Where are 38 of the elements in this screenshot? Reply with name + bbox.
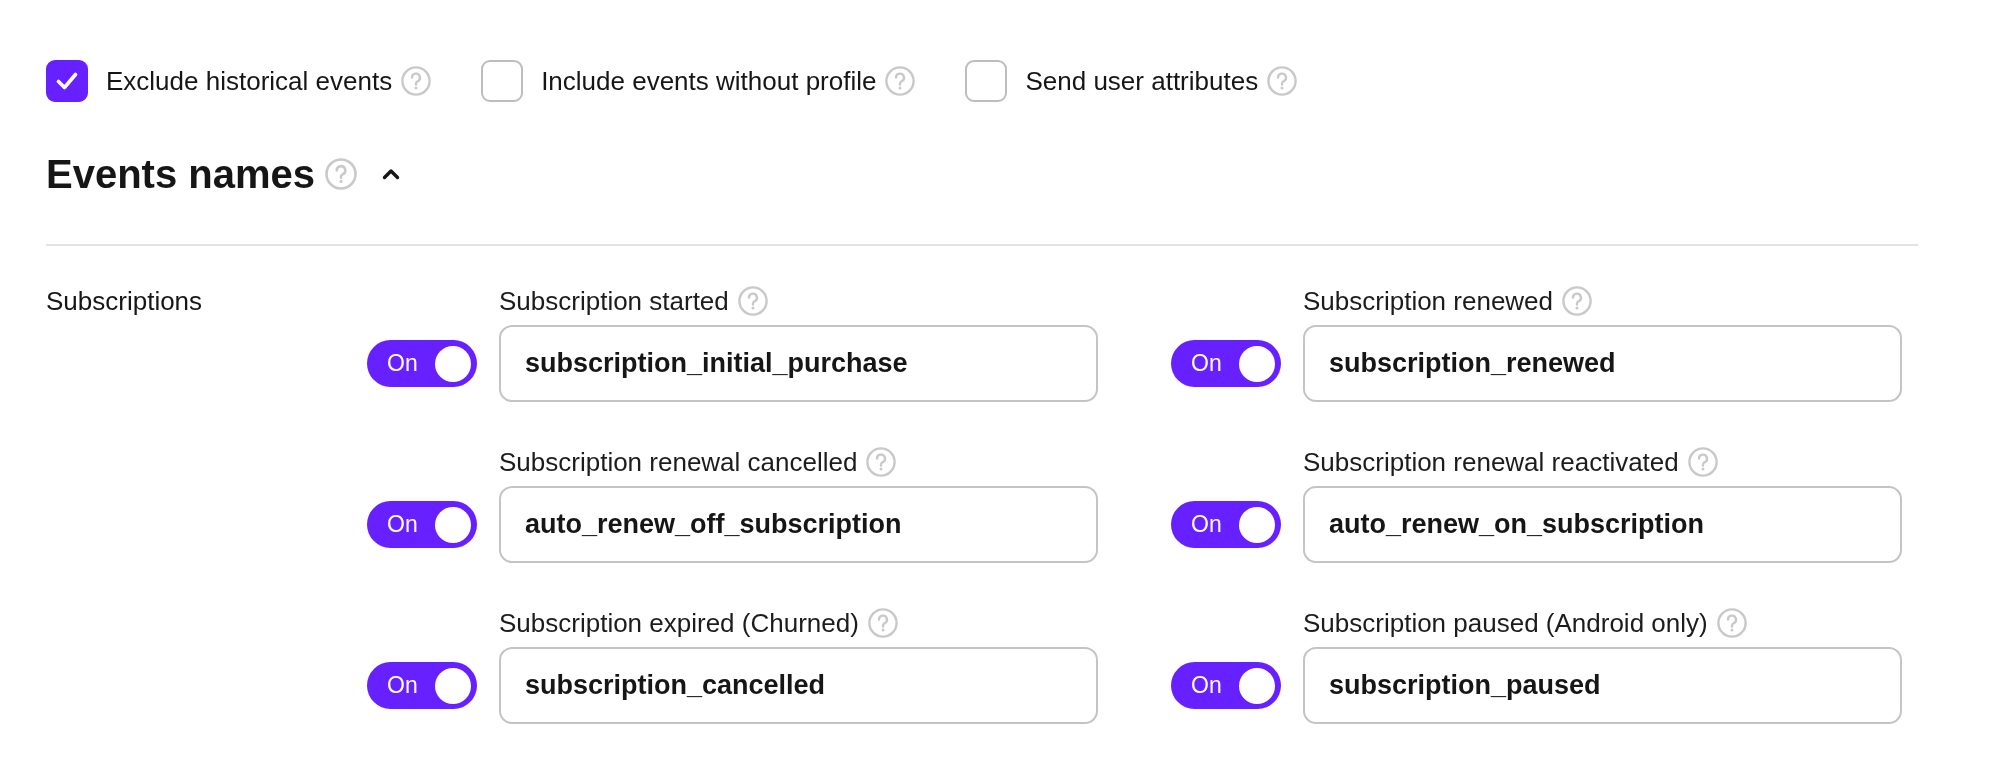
help-icon[interactable] <box>1687 447 1718 477</box>
help-icon[interactable] <box>325 158 358 190</box>
field-label: Subscription renewal cancelled <box>499 446 858 478</box>
checkbox[interactable] <box>46 60 88 102</box>
category-label: Subscriptions <box>46 285 204 317</box>
toggle-switch[interactable]: On <box>1171 662 1281 709</box>
checkbox-label: Exclude historical events <box>106 65 393 97</box>
field-label: Subscription started <box>499 285 729 317</box>
help-icon[interactable] <box>867 608 898 638</box>
help-icon[interactable] <box>866 447 897 477</box>
help-icon[interactable] <box>401 66 432 96</box>
help-icon[interactable] <box>1716 608 1747 638</box>
event-name-field[interactable]: auto_renew_off_subscription <box>499 486 1098 563</box>
event-name-field[interactable]: subscription_initial_purchase <box>499 325 1098 402</box>
field-label: Subscription expired (Churned) <box>499 607 859 639</box>
event-name-field[interactable]: subscription_cancelled <box>499 647 1098 724</box>
event-name-field[interactable]: subscription_renewed <box>1303 325 1902 402</box>
toggle-switch[interactable]: On <box>1171 340 1281 387</box>
checkbox-label: Send user attributes <box>1025 65 1259 97</box>
field-label: Subscription renewal reactivated <box>1303 446 1679 478</box>
field-label: Subscription paused (Android only) <box>1303 607 1708 639</box>
field-label: Subscription renewed <box>1303 285 1554 317</box>
help-icon[interactable] <box>737 286 768 316</box>
help-icon[interactable] <box>1267 66 1298 96</box>
event-name-field[interactable]: subscription_paused <box>1303 647 1902 724</box>
checkbox[interactable] <box>965 60 1008 102</box>
toggle-switch[interactable]: On <box>367 340 477 387</box>
caret-up-icon[interactable] <box>382 168 401 180</box>
help-icon[interactable] <box>1562 286 1593 316</box>
section-heading: Events names <box>46 151 316 198</box>
check-icon <box>56 72 78 90</box>
checkbox-label: Include events without profile <box>541 65 877 97</box>
toggle-switch[interactable]: On <box>367 501 477 548</box>
help-icon[interactable] <box>885 66 916 96</box>
checkbox[interactable] <box>481 60 524 102</box>
toggle-switch[interactable]: On <box>1171 501 1281 548</box>
toggle-switch[interactable]: On <box>367 662 477 709</box>
event-name-field[interactable]: auto_renew_on_subscription <box>1303 486 1902 563</box>
